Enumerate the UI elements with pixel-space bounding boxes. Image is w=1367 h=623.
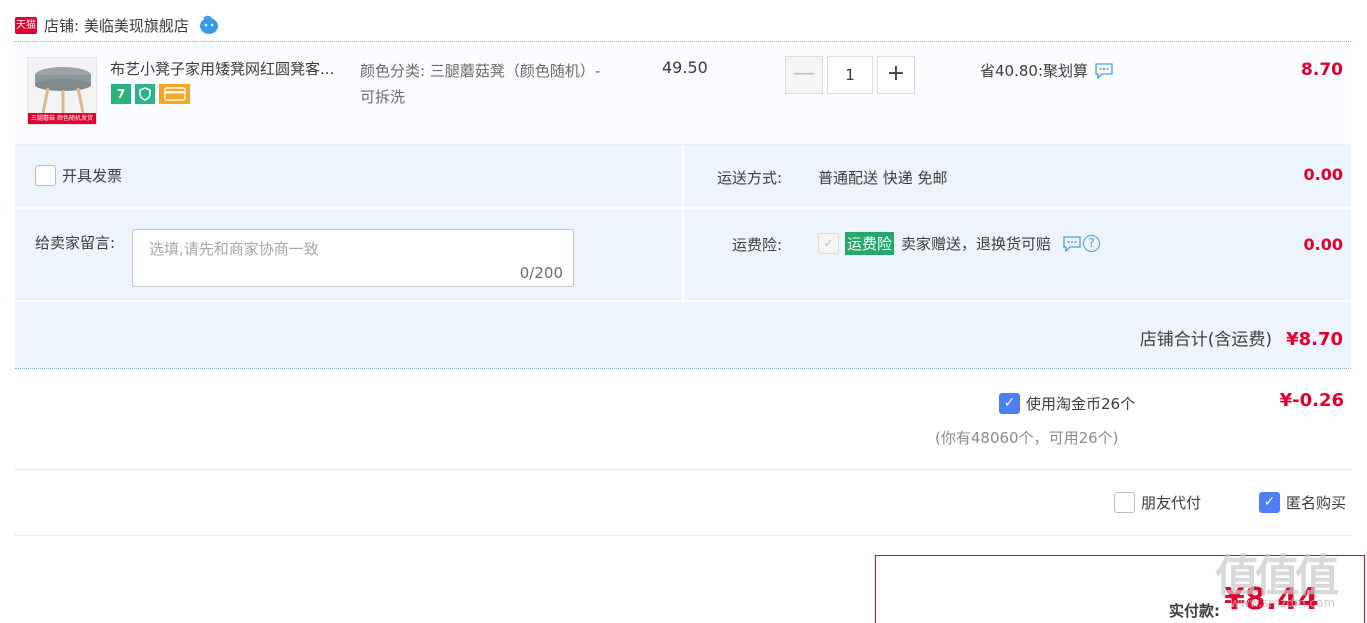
seller-message-label: 给卖家留言: bbox=[35, 234, 116, 252]
insurance-fee: 0.00 bbox=[1303, 235, 1343, 254]
coins-checkbox[interactable]: ✓ bbox=[999, 393, 1020, 414]
qty-increase-button[interactable]: + bbox=[877, 56, 915, 94]
stool-image-icon bbox=[35, 67, 91, 114]
thumbnail-banner: 三腿蘑菇 颜色随机发货 bbox=[28, 113, 96, 124]
seller-message-textarea[interactable]: 选填,请先和商家协商一致 0/200 bbox=[132, 229, 574, 287]
section-divider bbox=[15, 469, 1351, 470]
item-thumbnail[interactable]: 三腿蘑菇 颜色随机发货 bbox=[27, 57, 97, 125]
help-icon[interactable]: ? bbox=[1083, 235, 1101, 252]
wangwang-icon[interactable] bbox=[198, 15, 220, 35]
friend-pay-option[interactable]: 朋友代付 bbox=[1114, 492, 1201, 513]
seven-day-return-icon[interactable]: 7 bbox=[111, 84, 131, 104]
coins-label: 使用淘金币26个 bbox=[1026, 395, 1136, 413]
invoice-checkbox[interactable] bbox=[35, 165, 56, 186]
tmall-logo-icon: 天猫 bbox=[15, 16, 37, 34]
coins-note: (你有48060个，可用26个) bbox=[935, 429, 1119, 447]
friend-pay-checkbox[interactable] bbox=[1114, 492, 1135, 513]
use-coins-option[interactable]: ✓ 使用淘金币26个 bbox=[999, 393, 1135, 414]
friend-pay-label: 朋友代付 bbox=[1141, 494, 1202, 512]
shipping-insurance-option: ✓ 运费险 卖家赠送，退换货可赔 ? bbox=[818, 232, 1101, 255]
shop-total-label: 店铺合计(含运费) bbox=[1139, 330, 1273, 350]
watermark-url: www.smzdm.com bbox=[1230, 596, 1336, 610]
credit-card-icon[interactable] bbox=[159, 84, 190, 104]
order-options-panel: 开具发票 运送方式: 普通配送 快递 免邮 0.00 给卖家留言: 选填,请先和… bbox=[15, 145, 1351, 369]
order-item-row: 三腿蘑菇 颜色随机发货 布艺小凳子家用矮凳网红圆凳客... 7 颜色分类: 三腿… bbox=[15, 42, 1351, 145]
quantity-input[interactable]: 1 bbox=[827, 56, 873, 94]
guarantee-icon[interactable] bbox=[135, 84, 155, 104]
item-title-link[interactable]: 布艺小凳子家用矮凳网红圆凳客... bbox=[110, 58, 355, 79]
row-divider bbox=[15, 300, 1351, 302]
promo-text: 省40.80:聚划算 bbox=[980, 62, 1088, 80]
shop-total-value: ¥8.70 bbox=[1286, 329, 1343, 350]
anonymous-purchase-option[interactable]: ✓ 匿名购买 bbox=[1259, 492, 1346, 513]
seller-message-counter: 0/200 bbox=[519, 264, 563, 282]
qty-decrease-button[interactable]: — bbox=[785, 56, 823, 94]
coins-discount: ¥-0.26 bbox=[1279, 390, 1344, 411]
invoice-option[interactable]: 开具发票 bbox=[35, 165, 122, 186]
column-divider bbox=[682, 145, 684, 300]
item-badges: 7 bbox=[111, 84, 190, 104]
section-divider bbox=[15, 535, 1351, 536]
shop-header: 天猫 店铺: 美临美现旗舰店 bbox=[15, 10, 220, 40]
invoice-label: 开具发票 bbox=[62, 167, 123, 185]
quantity-stepper: — 1 + bbox=[785, 56, 915, 94]
insurance-tag: 运费险 bbox=[845, 232, 895, 255]
shipping-method-label: 运送方式: bbox=[717, 169, 783, 187]
shipping-insurance-label: 运费险: bbox=[732, 236, 783, 254]
chat-icon[interactable] bbox=[1095, 62, 1113, 79]
payment-label: 实付款: bbox=[1169, 602, 1220, 620]
item-sku: 颜色分类: 三腿蘑菇凳（颜色随机）-可拆洗 bbox=[360, 62, 601, 106]
seller-message-placeholder: 选填,请先和商家协商一致 bbox=[149, 240, 319, 258]
anonymous-checkbox[interactable]: ✓ bbox=[1259, 492, 1280, 513]
anonymous-label: 匿名购买 bbox=[1286, 494, 1347, 512]
insurance-desc: 卖家赠送，退换货可赔 bbox=[901, 235, 1052, 253]
shop-name[interactable]: 店铺: 美临美现旗舰店 bbox=[44, 15, 189, 36]
shipping-method-value[interactable]: 普通配送 快递 免邮 bbox=[818, 167, 948, 188]
shipping-fee: 0.00 bbox=[1303, 165, 1343, 184]
row-divider bbox=[15, 207, 1351, 209]
chat-icon[interactable] bbox=[1063, 235, 1081, 252]
item-unit-price: 49.50 bbox=[662, 58, 708, 77]
shop-total: 店铺合计(含运费) ¥8.70 bbox=[1140, 325, 1343, 350]
promo-info: 省40.80:聚划算 bbox=[980, 60, 1113, 81]
insurance-checkbox: ✓ bbox=[818, 233, 839, 254]
item-total-price: 8.70 bbox=[1301, 60, 1343, 80]
